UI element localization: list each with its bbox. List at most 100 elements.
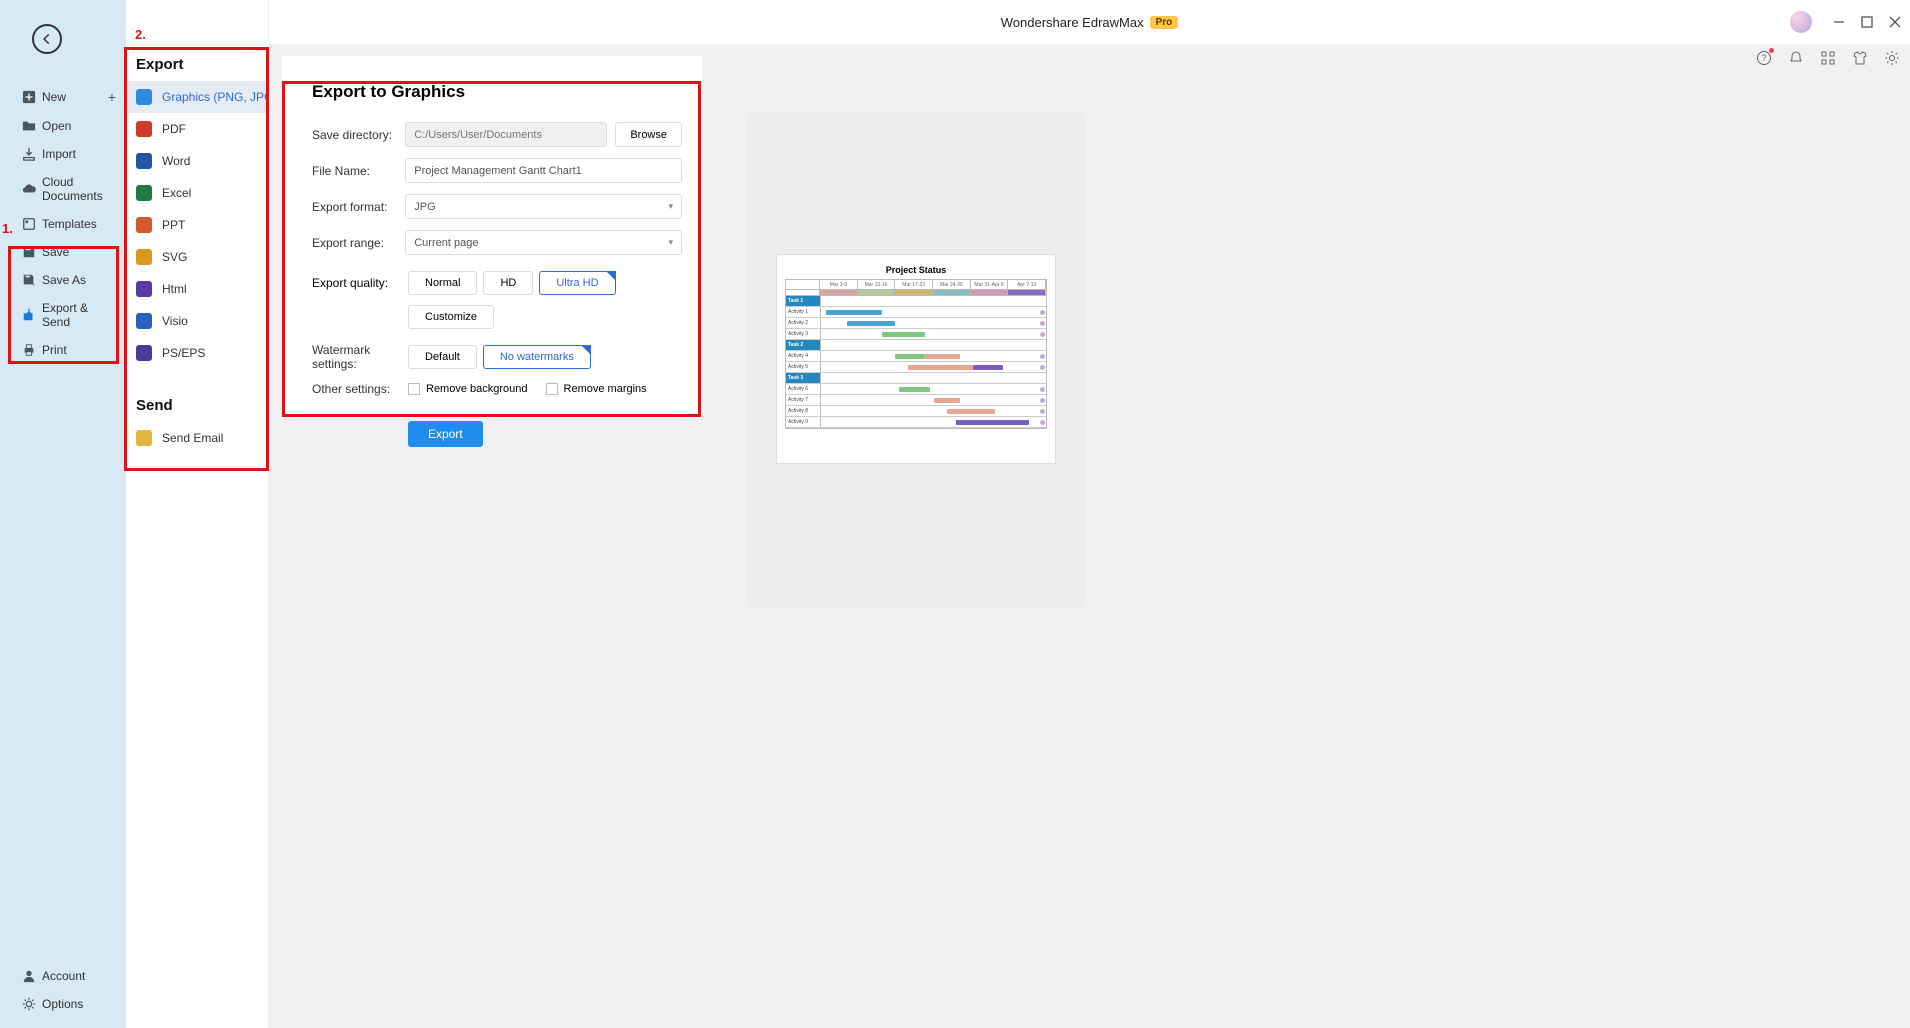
export-item[interactable]: Word xyxy=(126,145,268,177)
file-format-icon xyxy=(136,185,152,201)
file-format-icon xyxy=(136,217,152,233)
gantt-task-row: Activity 2 xyxy=(786,318,1046,329)
checkbox-remove-bg[interactable]: Remove background xyxy=(408,383,528,395)
sidebar-item-account[interactable]: Account xyxy=(0,962,126,990)
svg-text:?: ? xyxy=(1761,53,1766,63)
gantt-task-row: Activity 8 xyxy=(786,406,1046,417)
export-item[interactable]: Excel xyxy=(126,177,268,209)
export-item-label: Visio xyxy=(162,314,188,328)
bell-icon[interactable] xyxy=(1788,50,1804,66)
tshirt-icon[interactable] xyxy=(1852,50,1868,66)
export-heading: Export xyxy=(126,56,268,73)
label-quality: Export quality: xyxy=(312,276,408,290)
gantt-section-row: Task 1 xyxy=(786,296,1046,307)
plus-square-icon xyxy=(22,90,36,104)
gantt-task-row: Activity 9 xyxy=(786,417,1046,428)
sidebar-item-save-as[interactable]: Save As xyxy=(0,266,126,294)
sidebar-item-cloud[interactable]: Cloud Documents xyxy=(0,168,126,210)
export-item[interactable]: PPT xyxy=(126,209,268,241)
send-item-label: Send Email xyxy=(162,431,223,445)
maximize-button[interactable] xyxy=(1860,15,1874,29)
export-item-label: Graphics (PNG, JPG e... xyxy=(162,90,268,104)
account-icon xyxy=(22,969,36,983)
plus-icon[interactable]: + xyxy=(108,89,116,105)
export-item[interactable]: PDF xyxy=(126,113,268,145)
export-column: 2. Export Graphics (PNG, JPG e... PDF Word… xyxy=(126,0,269,1028)
arrow-left-icon xyxy=(40,32,54,46)
export-item-label: Excel xyxy=(162,186,191,200)
chevron-down-icon: ▾ xyxy=(668,201,673,212)
export-item[interactable]: Html xyxy=(126,273,268,305)
watermark-none[interactable]: No watermarks xyxy=(483,345,591,369)
quality-ultra-hd[interactable]: Ultra HD xyxy=(539,271,615,295)
gantt-task-row: Activity 5 xyxy=(786,362,1046,373)
export-item[interactable]: SVG xyxy=(126,241,268,273)
send-heading: Send xyxy=(126,397,268,414)
file-format-icon xyxy=(136,89,152,105)
export-item[interactable]: Graphics (PNG, JPG e... xyxy=(126,81,268,113)
sidebar-item-label: Options xyxy=(42,997,83,1011)
export-item-label: PDF xyxy=(162,122,186,136)
back-button[interactable] xyxy=(32,24,62,54)
sidebar-item-label: Import xyxy=(42,147,76,161)
watermark-default[interactable]: Default xyxy=(408,345,477,369)
quality-customize[interactable]: Customize xyxy=(408,305,494,329)
send-item[interactable]: Send Email xyxy=(126,422,268,454)
sidebar-item-open[interactable]: Open xyxy=(0,112,126,140)
primary-sidebar: New + Open Import Cloud Documents Templa… xyxy=(0,0,126,1028)
export-item[interactable]: PS/EPS xyxy=(126,337,268,369)
close-button[interactable] xyxy=(1888,15,1902,29)
sidebar-item-new[interactable]: New + xyxy=(0,82,126,112)
sidebar-item-label: Templates xyxy=(42,217,97,231)
file-format-icon xyxy=(136,153,152,169)
app-title: Wondershare EdrawMax xyxy=(1001,15,1144,30)
sidebar-item-label: New xyxy=(42,90,66,104)
checkbox-remove-margins[interactable]: Remove margins xyxy=(546,383,647,395)
file-name-input[interactable] xyxy=(405,158,682,183)
quality-normal[interactable]: Normal xyxy=(408,271,477,295)
minimize-button[interactable] xyxy=(1832,15,1846,29)
help-icon[interactable]: ? xyxy=(1756,50,1772,66)
export-item-label: Html xyxy=(162,282,187,296)
quality-hd[interactable]: HD xyxy=(483,271,533,295)
export-item-label: SVG xyxy=(162,250,187,264)
mail-icon xyxy=(136,430,152,446)
preview-title: Project Status xyxy=(785,265,1047,275)
export-item[interactable]: Visio xyxy=(126,305,268,337)
save-dir-input[interactable] xyxy=(405,122,607,147)
export-item-label: PS/EPS xyxy=(162,346,205,360)
sidebar-item-print[interactable]: Print xyxy=(0,336,126,364)
titlebar: Wondershare EdrawMax Pro xyxy=(269,0,1910,44)
folder-icon xyxy=(22,119,36,133)
browse-button[interactable]: Browse xyxy=(615,122,682,147)
label-format: Export format: xyxy=(312,200,405,214)
sidebar-item-export-send[interactable]: Export & Send xyxy=(0,294,126,336)
sidebar-item-label: Cloud Documents xyxy=(42,175,116,203)
preview-card: Project Status Mar 3-9Mar 10-16Mar 17-23… xyxy=(749,113,1083,605)
format-select[interactable]: JPG▾ xyxy=(405,194,682,219)
main-area: Wondershare EdrawMax Pro ? 3. Export to … xyxy=(269,0,1910,1028)
secondary-toolbar: ? xyxy=(1756,50,1900,66)
sidebar-item-options[interactable]: Options xyxy=(0,990,126,1018)
export-icon xyxy=(22,308,36,322)
settings-icon[interactable] xyxy=(1884,50,1900,66)
annotation-label-2: 2. xyxy=(135,27,146,42)
label-watermark: Watermark settings: xyxy=(312,343,408,371)
range-select[interactable]: Current page▾ xyxy=(405,230,682,255)
sidebar-item-label: Export & Send xyxy=(42,301,116,329)
sidebar-item-import[interactable]: Import xyxy=(0,140,126,168)
export-button[interactable]: Export xyxy=(408,421,483,447)
file-format-icon xyxy=(136,281,152,297)
file-format-icon xyxy=(136,121,152,137)
sidebar-item-label: Save xyxy=(42,245,69,259)
label-file-name: File Name: xyxy=(312,164,405,178)
label-other: Other settings: xyxy=(312,382,408,396)
sidebar-item-save[interactable]: Save xyxy=(0,238,126,266)
avatar[interactable] xyxy=(1790,11,1812,33)
checkbox-icon xyxy=(546,383,558,395)
gantt-task-row: Activity 1 xyxy=(786,307,1046,318)
pro-badge: Pro xyxy=(1150,16,1179,29)
grid-icon[interactable] xyxy=(1820,50,1836,66)
gantt-task-row: Activity 6 xyxy=(786,384,1046,395)
sidebar-item-templates[interactable]: Templates xyxy=(0,210,126,238)
